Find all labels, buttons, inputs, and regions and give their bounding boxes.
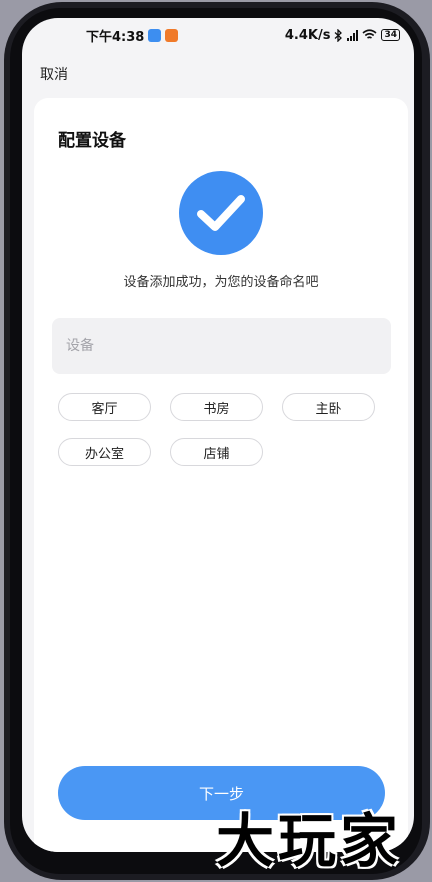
success-message: 设备添加成功，为您的设备命名吧 xyxy=(123,275,319,290)
name-chip-living-room[interactable]: 客厅 xyxy=(58,393,151,421)
device-name-input[interactable] xyxy=(52,318,391,374)
status-right: 4.4K/s 34 xyxy=(285,28,400,43)
page-title: 配置设备 xyxy=(58,131,126,151)
cancel-button[interactable]: 取消 xyxy=(40,64,68,84)
name-chip-master-bedroom[interactable]: 主卧 xyxy=(282,393,375,421)
status-left: 下午4:38 xyxy=(86,26,179,45)
signal-icon xyxy=(347,29,359,41)
bluetooth-icon xyxy=(335,28,343,42)
battery-indicator: 34 xyxy=(381,29,400,41)
checkmark-icon xyxy=(197,195,245,231)
name-chip-study[interactable]: 书房 xyxy=(170,393,263,421)
name-chip-office[interactable]: 办公室 xyxy=(58,438,151,466)
app-notification-icon xyxy=(165,28,179,42)
name-chip-shop[interactable]: 店铺 xyxy=(170,438,263,466)
app-notification-icon xyxy=(148,28,162,42)
status-time: 下午4:38 xyxy=(86,29,145,45)
config-card: 配置设备 设备添加成功，为您的设备命名吧 客厅 书房 主卧 办公室 店铺 下一步 xyxy=(34,98,408,852)
watermark: 大玩家 xyxy=(216,807,403,875)
wifi-icon xyxy=(362,29,377,39)
screen: 下午4:38 4.4K/s 34 取消 配置设备 设备添加成功，为您的设备命名吧… xyxy=(22,18,414,852)
success-badge xyxy=(179,171,263,255)
status-bar: 下午4:38 4.4K/s 34 xyxy=(22,18,414,52)
network-speed: 4.4K/s xyxy=(284,27,331,43)
